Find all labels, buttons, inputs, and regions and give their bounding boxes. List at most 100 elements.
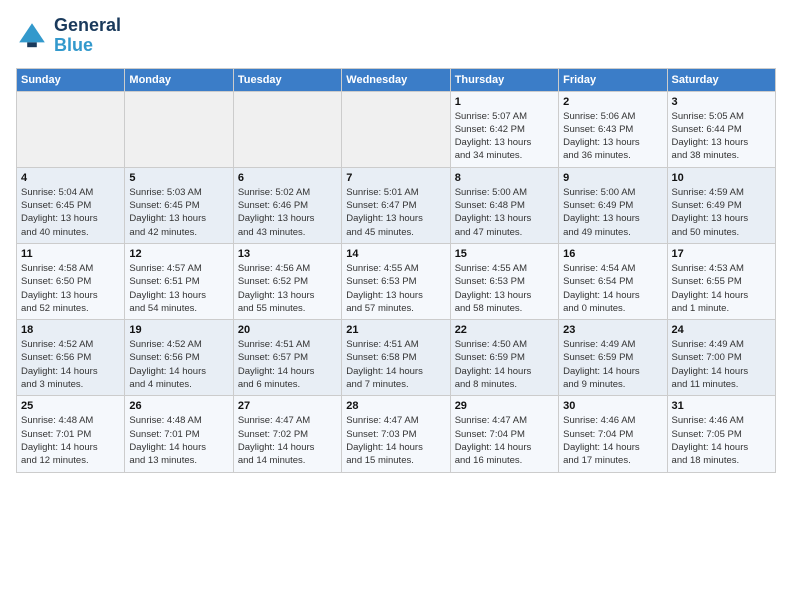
calendar-week-4: 18 Sunrise: 4:52 AM Sunset: 6:56 PM Dayli… [17, 320, 776, 396]
calendar-table: SundayMondayTuesdayWednesdayThursdayFrid… [16, 68, 776, 473]
calendar-cell: 12 Sunrise: 4:57 AM Sunset: 6:51 PM Dayli… [125, 243, 233, 319]
day-info: Sunrise: 5:01 AM Sunset: 6:47 PM Dayligh… [346, 186, 445, 239]
day-info: Sunrise: 4:56 AM Sunset: 6:52 PM Dayligh… [238, 262, 337, 315]
day-info: Sunrise: 4:54 AM Sunset: 6:54 PM Dayligh… [563, 262, 662, 315]
calendar-cell: 5 Sunrise: 5:03 AM Sunset: 6:45 PM Daylig… [125, 167, 233, 243]
calendar-cell: 9 Sunrise: 5:00 AM Sunset: 6:49 PM Daylig… [559, 167, 667, 243]
calendar-cell [125, 91, 233, 167]
calendar-cell: 16 Sunrise: 4:54 AM Sunset: 6:54 PM Dayli… [559, 243, 667, 319]
calendar-cell: 27 Sunrise: 4:47 AM Sunset: 7:02 PM Dayli… [233, 396, 341, 472]
day-number: 10 [672, 172, 771, 184]
day-number: 30 [563, 400, 662, 412]
day-number: 13 [238, 248, 337, 260]
day-info: Sunrise: 4:51 AM Sunset: 6:58 PM Dayligh… [346, 338, 445, 391]
day-info: Sunrise: 4:53 AM Sunset: 6:55 PM Dayligh… [672, 262, 771, 315]
day-number: 4 [21, 172, 120, 184]
day-number: 11 [21, 248, 120, 260]
calendar-cell: 20Sunrise: 4:51 AM Sunset: 6:57 PM Dayli… [233, 320, 341, 396]
calendar-cell: 19 Sunrise: 4:52 AM Sunset: 6:56 PM Dayli… [125, 320, 233, 396]
calendar-cell: 15 Sunrise: 4:55 AM Sunset: 6:53 PM Dayli… [450, 243, 558, 319]
day-info: Sunrise: 5:04 AM Sunset: 6:45 PM Dayligh… [21, 186, 120, 239]
day-info: Sunrise: 5:03 AM Sunset: 6:45 PM Dayligh… [129, 186, 228, 239]
calendar-cell: 23 Sunrise: 4:49 AM Sunset: 6:59 PM Dayli… [559, 320, 667, 396]
day-number: 26 [129, 400, 228, 412]
calendar-cell: 24 Sunrise: 4:49 AM Sunset: 7:00 PM Dayli… [667, 320, 775, 396]
calendar-cell: 31Sunrise: 4:46 AM Sunset: 7:05 PM Dayli… [667, 396, 775, 472]
day-number: 16 [563, 248, 662, 260]
calendar-week-3: 11 Sunrise: 4:58 AM Sunset: 6:50 PM Dayli… [17, 243, 776, 319]
calendar-cell: 28Sunrise: 4:47 AM Sunset: 7:03 PM Dayli… [342, 396, 450, 472]
calendar-cell: 30Sunrise: 4:46 AM Sunset: 7:04 PM Dayli… [559, 396, 667, 472]
weekday-header-friday: Friday [559, 68, 667, 91]
day-info: Sunrise: 4:50 AM Sunset: 6:59 PM Dayligh… [455, 338, 554, 391]
day-info: Sunrise: 5:00 AM Sunset: 6:48 PM Dayligh… [455, 186, 554, 239]
day-number: 18 [21, 324, 120, 336]
calendar-cell: 8Sunrise: 5:00 AM Sunset: 6:48 PM Daylig… [450, 167, 558, 243]
calendar-cell: 1 Sunrise: 5:07 AM Sunset: 6:42 PM Daylig… [450, 91, 558, 167]
calendar-week-1: 1 Sunrise: 5:07 AM Sunset: 6:42 PM Daylig… [17, 91, 776, 167]
logo: General Blue [16, 16, 121, 56]
day-info: Sunrise: 4:47 AM Sunset: 7:02 PM Dayligh… [238, 414, 337, 467]
day-number: 1 [455, 96, 554, 108]
weekday-header-saturday: Saturday [667, 68, 775, 91]
calendar-cell: 25 Sunrise: 4:48 AM Sunset: 7:01 PM Dayli… [17, 396, 125, 472]
calendar-cell: 21 Sunrise: 4:51 AM Sunset: 6:58 PM Dayli… [342, 320, 450, 396]
calendar-cell: 11 Sunrise: 4:58 AM Sunset: 6:50 PM Dayli… [17, 243, 125, 319]
calendar-cell: 13 Sunrise: 4:56 AM Sunset: 6:52 PM Dayli… [233, 243, 341, 319]
day-number: 2 [563, 96, 662, 108]
day-number: 3 [672, 96, 771, 108]
calendar-cell: 26 Sunrise: 4:48 AM Sunset: 7:01 PM Dayli… [125, 396, 233, 472]
day-info: Sunrise: 5:02 AM Sunset: 6:46 PM Dayligh… [238, 186, 337, 239]
calendar-cell: 7Sunrise: 5:01 AM Sunset: 6:47 PM Daylig… [342, 167, 450, 243]
day-number: 23 [563, 324, 662, 336]
day-number: 19 [129, 324, 228, 336]
calendar-cell: 18Sunrise: 4:52 AM Sunset: 6:56 PM Dayli… [17, 320, 125, 396]
day-number: 14 [346, 248, 445, 260]
calendar-header: SundayMondayTuesdayWednesdayThursdayFrid… [17, 68, 776, 91]
calendar-cell [17, 91, 125, 167]
day-info: Sunrise: 5:06 AM Sunset: 6:43 PM Dayligh… [563, 110, 662, 163]
weekday-header-row: SundayMondayTuesdayWednesdayThursdayFrid… [17, 68, 776, 91]
calendar-body: 1 Sunrise: 5:07 AM Sunset: 6:42 PM Daylig… [17, 91, 776, 472]
day-number: 20 [238, 324, 337, 336]
day-info: Sunrise: 4:49 AM Sunset: 6:59 PM Dayligh… [563, 338, 662, 391]
calendar-week-5: 25 Sunrise: 4:48 AM Sunset: 7:01 PM Dayli… [17, 396, 776, 472]
calendar-cell: 10 Sunrise: 4:59 AM Sunset: 6:49 PM Dayli… [667, 167, 775, 243]
day-number: 6 [238, 172, 337, 184]
weekday-header-monday: Monday [125, 68, 233, 91]
day-info: Sunrise: 4:48 AM Sunset: 7:01 PM Dayligh… [129, 414, 228, 467]
day-info: Sunrise: 5:07 AM Sunset: 6:42 PM Dayligh… [455, 110, 554, 163]
weekday-header-thursday: Thursday [450, 68, 558, 91]
day-info: Sunrise: 5:00 AM Sunset: 6:49 PM Dayligh… [563, 186, 662, 239]
calendar-cell: 3 Sunrise: 5:05 AM Sunset: 6:44 PM Daylig… [667, 91, 775, 167]
calendar-cell: 14Sunrise: 4:55 AM Sunset: 6:53 PM Dayli… [342, 243, 450, 319]
day-number: 22 [455, 324, 554, 336]
day-number: 5 [129, 172, 228, 184]
day-info: Sunrise: 5:05 AM Sunset: 6:44 PM Dayligh… [672, 110, 771, 163]
day-info: Sunrise: 4:47 AM Sunset: 7:04 PM Dayligh… [455, 414, 554, 467]
calendar-cell: 17Sunrise: 4:53 AM Sunset: 6:55 PM Dayli… [667, 243, 775, 319]
weekday-header-sunday: Sunday [17, 68, 125, 91]
day-number: 25 [21, 400, 120, 412]
calendar-cell: 29 Sunrise: 4:47 AM Sunset: 7:04 PM Dayli… [450, 396, 558, 472]
day-number: 12 [129, 248, 228, 260]
day-info: Sunrise: 4:55 AM Sunset: 6:53 PM Dayligh… [455, 262, 554, 315]
weekday-header-wednesday: Wednesday [342, 68, 450, 91]
day-info: Sunrise: 4:57 AM Sunset: 6:51 PM Dayligh… [129, 262, 228, 315]
day-number: 24 [672, 324, 771, 336]
logo-text: General Blue [54, 16, 121, 56]
day-number: 29 [455, 400, 554, 412]
calendar-cell: 4 Sunrise: 5:04 AM Sunset: 6:45 PM Daylig… [17, 167, 125, 243]
day-info: Sunrise: 4:59 AM Sunset: 6:49 PM Dayligh… [672, 186, 771, 239]
day-number: 15 [455, 248, 554, 260]
day-info: Sunrise: 4:58 AM Sunset: 6:50 PM Dayligh… [21, 262, 120, 315]
day-info: Sunrise: 4:46 AM Sunset: 7:05 PM Dayligh… [672, 414, 771, 467]
day-info: Sunrise: 4:52 AM Sunset: 6:56 PM Dayligh… [129, 338, 228, 391]
day-info: Sunrise: 4:48 AM Sunset: 7:01 PM Dayligh… [21, 414, 120, 467]
day-info: Sunrise: 4:49 AM Sunset: 7:00 PM Dayligh… [672, 338, 771, 391]
day-info: Sunrise: 4:47 AM Sunset: 7:03 PM Dayligh… [346, 414, 445, 467]
day-number: 9 [563, 172, 662, 184]
day-number: 27 [238, 400, 337, 412]
day-number: 21 [346, 324, 445, 336]
calendar-cell [233, 91, 341, 167]
